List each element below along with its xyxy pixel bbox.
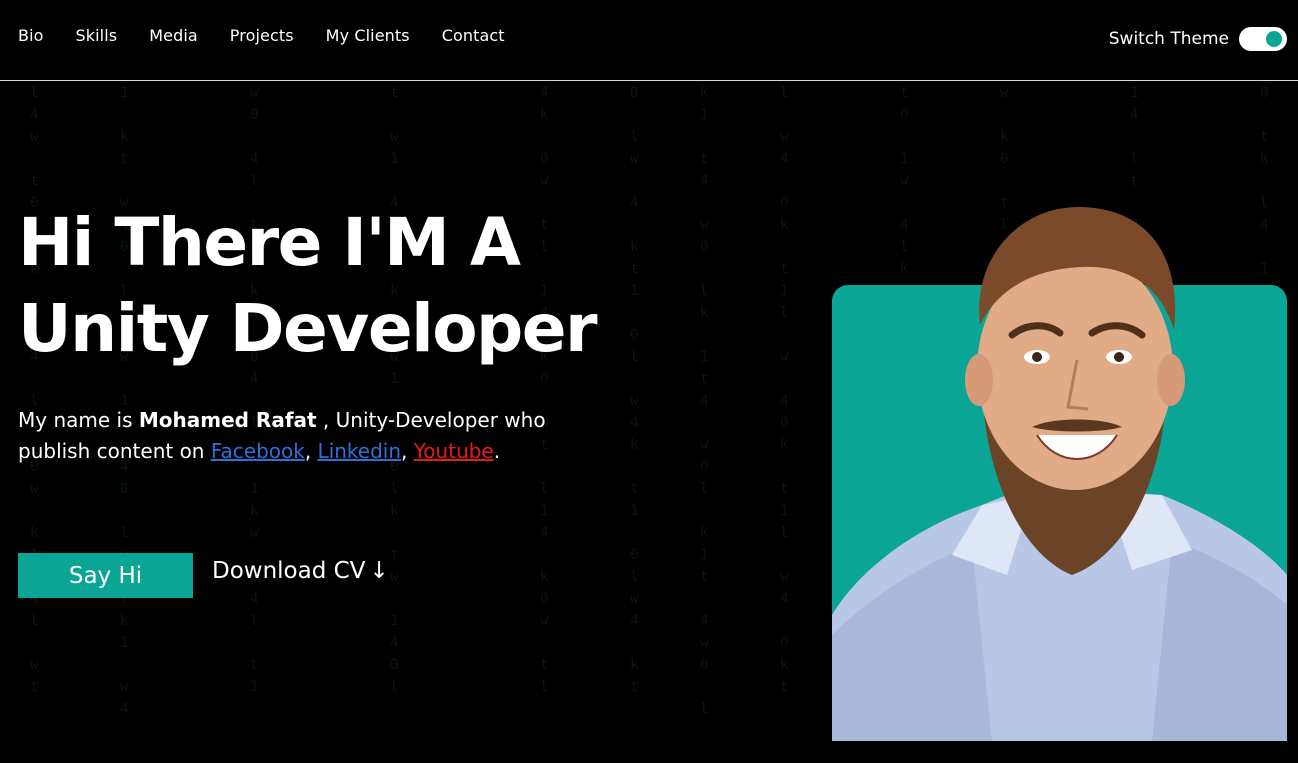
say-hi-button[interactable]: Say Hi — [18, 553, 193, 598]
arrow-down-icon: ↓ — [369, 558, 389, 584]
nav-link-media[interactable]: Media — [149, 26, 198, 45]
intro-prefix: My name is — [18, 408, 139, 432]
page: l 4 w t 0 1 k w 4 l t 0 w k 1 4 l w t 1 … — [0, 0, 1298, 763]
download-cv-label: Download CV — [212, 558, 366, 584]
top-navigation: Bio Skills Media Projects My Clients Con… — [0, 0, 1298, 81]
facebook-link[interactable]: Facebook — [211, 439, 305, 463]
comma-1: , — [304, 439, 318, 463]
nav-link-skills[interactable]: Skills — [76, 26, 118, 45]
hero-headline: Hi There I'M A Unity Developer — [18, 200, 598, 372]
hero-intro: My name is Mohamed Rafat , Unity-Develop… — [18, 405, 598, 467]
nav-links: Bio Skills Media Projects My Clients Con… — [18, 26, 505, 45]
headline-line-1: Hi There I'M A — [18, 204, 521, 281]
period: . — [493, 439, 501, 463]
toggle-switch-icon[interactable] — [1239, 27, 1287, 51]
linkedin-link[interactable]: Linkedin — [318, 439, 401, 463]
portrait-image — [832, 206, 1287, 741]
theme-switch-label: Switch Theme — [1108, 29, 1229, 49]
toggle-knob — [1266, 31, 1282, 47]
youtube-link[interactable]: Youtube — [414, 439, 494, 463]
comma-2: , — [401, 439, 414, 463]
nav-link-contact[interactable]: Contact — [442, 26, 505, 45]
nav-link-projects[interactable]: Projects — [230, 26, 294, 45]
theme-switch: Switch Theme — [1109, 27, 1287, 51]
download-cv-button[interactable]: Download CV ↓ — [212, 558, 389, 584]
headline-line-2: Unity Developer — [18, 290, 598, 367]
nav-link-my-clients[interactable]: My Clients — [326, 26, 410, 45]
nav-link-bio[interactable]: Bio — [18, 26, 44, 45]
developer-name: Mohamed Rafat — [138, 408, 317, 432]
